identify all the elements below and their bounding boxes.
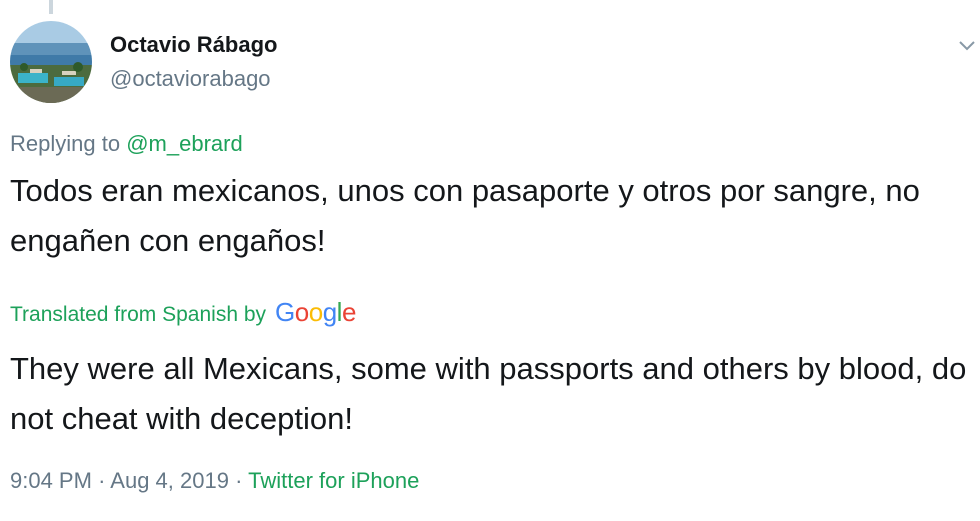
- tweet-date[interactable]: Aug 4, 2019: [110, 468, 229, 493]
- thread-connector-line: [49, 0, 53, 14]
- author-handle[interactable]: @octaviorabago: [110, 66, 271, 92]
- google-logo-letter: G: [275, 297, 295, 327]
- tweet-original-text: Todos eran mexicanos, unos con pasaporte…: [10, 173, 920, 258]
- translated-from-label: Translated from Spanish by: [10, 303, 267, 326]
- avatar[interactable]: [10, 21, 92, 103]
- tweet-meta: 9:04 PM · Aug 4, 2019 · Twitter for iPho…: [10, 468, 419, 494]
- tweet-card: Octavio Rábago @octaviorabago Replying t…: [0, 0, 980, 521]
- tweet-source-link[interactable]: Twitter for iPhone: [248, 468, 419, 493]
- google-logo: Google: [275, 297, 356, 328]
- meta-separator: ·: [98, 468, 106, 493]
- replying-to-label: Replying to: [10, 131, 121, 156]
- reply-mention-link[interactable]: @m_ebrard: [126, 131, 243, 156]
- google-logo-letter: o: [294, 297, 309, 327]
- tweet-menu-button[interactable]: [956, 34, 978, 56]
- tweet-translated-text: They were all Mexicans, some with passpo…: [10, 351, 967, 436]
- author-display-name[interactable]: Octavio Rábago: [110, 32, 277, 58]
- google-logo-letter: g: [322, 297, 337, 327]
- meta-separator: ·: [235, 468, 243, 493]
- tweet-time[interactable]: 9:04 PM: [10, 468, 92, 493]
- google-logo-letter: e: [341, 297, 356, 327]
- chevron-down-icon: [959, 41, 975, 51]
- google-logo-letter: o: [308, 297, 323, 327]
- replying-to-line: Replying to @m_ebrard: [10, 131, 243, 157]
- translation-attribution: Translated from Spanish by Google: [10, 297, 356, 328]
- avatar-image: [10, 21, 92, 103]
